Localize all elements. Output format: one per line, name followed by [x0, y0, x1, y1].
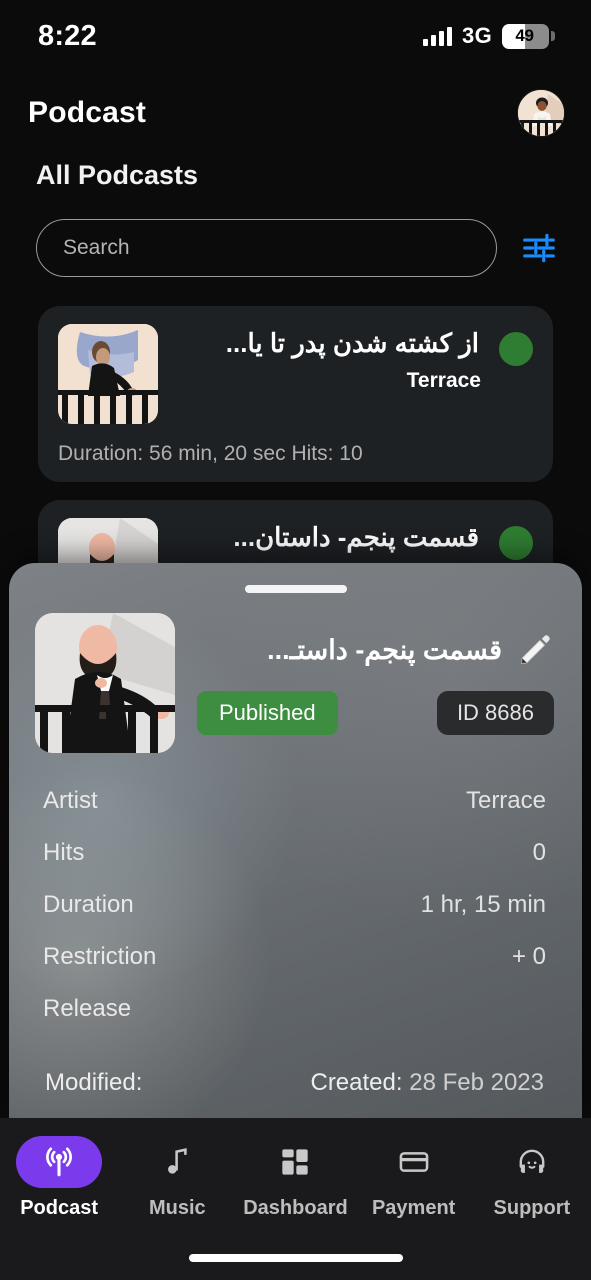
tab-label: Support [493, 1197, 571, 1219]
tab-dashboard[interactable]: Dashboard [240, 1136, 350, 1220]
podcast-title: قسمت پنجم- داستان... [233, 522, 479, 552]
sheet-badges: Published ID 8686 [197, 691, 554, 735]
detail-value: Terrace [465, 787, 546, 814]
search-row [36, 219, 561, 277]
tab-label: Podcast [20, 1197, 98, 1219]
phone-screen: 8:22 3G 49 Podcast All Podcasts Search ا… [0, 0, 591, 1280]
app-header: Podcast [0, 82, 591, 144]
detail-label: Duration [43, 891, 134, 918]
status-badge [499, 332, 533, 366]
home-indicator [188, 1254, 403, 1262]
tab-support[interactable]: Support [477, 1136, 587, 1220]
detail-label: Hits [43, 839, 85, 866]
status-bar: 8:22 3G 49 [0, 0, 591, 72]
broadcast-icon [16, 1136, 103, 1188]
tab-label: Payment [371, 1197, 456, 1219]
sheet-title: قسمت پنجم- داستـ... [267, 634, 502, 665]
status-bar-time: 8:22 [38, 19, 97, 52]
sheet-drag-handle[interactable] [244, 585, 347, 593]
headset-icon [489, 1136, 575, 1188]
status-badge [499, 526, 533, 560]
podcast-meta: Duration: 56 min, 20 sec Hits: 10 [58, 442, 363, 465]
pencil-icon [521, 635, 550, 664]
sheet-title-row: قسمت پنجم- داستـ... [197, 631, 554, 669]
sheet-thumbnail-illustration [35, 613, 175, 753]
music-note-icon [134, 1136, 220, 1188]
detail-value: + 0 [511, 943, 546, 970]
filter-button[interactable] [517, 226, 561, 270]
page-title: Podcast [28, 96, 147, 129]
created-label: Created: [310, 1069, 403, 1096]
detail-row-artist: Artist Terrace [43, 787, 546, 815]
signal-strength-icon [423, 26, 453, 46]
status-bar-indicators: 3G 49 [423, 23, 555, 49]
podcast-thumbnail [58, 324, 158, 424]
tab-music[interactable]: Music [122, 1136, 232, 1220]
avatar-illustration [518, 90, 564, 136]
detail-bottom-sheet: قسمت پنجم- داستـ... Published ID 8686 Ar… [9, 563, 582, 1118]
tab-label: Music [148, 1197, 206, 1219]
podcast-card[interactable]: از کشته شدن پدر تا یا... Terrace Duratio… [38, 306, 553, 482]
created-value: 28 Feb 2023 [409, 1069, 544, 1096]
status-badge: Published [197, 691, 338, 735]
edit-button[interactable] [516, 631, 554, 669]
detail-row-release: Release [43, 995, 546, 1023]
podcast-card-top: از کشته شدن پدر تا یا... Terrace [58, 324, 533, 424]
grid-icon [252, 1136, 338, 1188]
podcast-title: از کشته شدن پدر تا یا... [225, 328, 479, 358]
detail-value: 1 hr, 15 min [420, 891, 546, 918]
detail-label: Release [43, 995, 132, 1022]
tab-label: Dashboard [243, 1197, 348, 1219]
detail-row-hits: Hits 0 [43, 839, 546, 867]
section-title: All Podcasts [36, 160, 199, 190]
sheet-info: قسمت پنجم- داستـ... Published ID 8686 [197, 613, 554, 735]
detail-value: 0 [532, 839, 546, 866]
detail-label: Artist [43, 787, 98, 814]
search-input[interactable] [63, 236, 470, 260]
detail-label: Restriction [43, 943, 157, 970]
tab-podcast[interactable]: Podcast [4, 1136, 114, 1220]
sheet-header: قسمت پنجم- داستـ... Published ID 8686 [9, 593, 582, 753]
detail-list: Artist Terrace Hits 0 Duration 1 hr, 15 … [9, 753, 582, 1097]
search-box[interactable] [36, 219, 497, 277]
sheet-thumbnail [35, 613, 175, 753]
detail-row-duration: Duration 1 hr, 15 min [43, 891, 546, 919]
network-type-label: 3G [462, 23, 492, 48]
podcast-card-text: از کشته شدن پدر تا یا... Terrace [176, 324, 481, 393]
created-info: Created: 28 Feb 2023 [310, 1069, 544, 1097]
podcast-artist: Terrace [406, 369, 481, 392]
battery-icon: 49 [502, 23, 549, 49]
podcast-card-text: قسمت پنجم- داستان... [176, 518, 481, 563]
sliders-icon [523, 233, 555, 263]
tab-payment[interactable]: Payment [359, 1136, 469, 1220]
avatar[interactable] [517, 89, 565, 137]
credit-card-icon [371, 1136, 457, 1188]
id-badge: ID 8686 [436, 691, 554, 735]
sheet-footer: Modified: Created: 28 Feb 2023 [43, 1069, 546, 1097]
modified-label: Modified: [45, 1069, 143, 1096]
battery-level-label: 49 [515, 26, 534, 45]
detail-row-restriction: Restriction + 0 [43, 943, 546, 971]
battery-cap [551, 31, 555, 41]
thumbnail-illustration [58, 324, 158, 424]
